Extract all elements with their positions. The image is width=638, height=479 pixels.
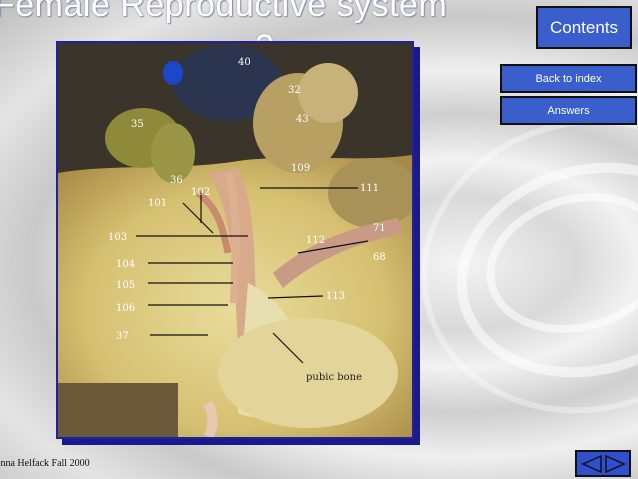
label-37: 37 [116,331,129,342]
label-106: 106 [116,303,135,314]
label-101: 101 [148,198,167,209]
label-35: 35 [131,119,144,130]
label-112: 112 [306,235,325,246]
previous-slide-button[interactable] [580,454,603,474]
label-104: 104 [116,259,135,270]
label-113: 113 [326,291,345,302]
dissection-photo: 40 32 43 35 109 111 36 102 101 71 103 11… [56,41,414,439]
left-arrow-icon [580,454,602,473]
label-43: 43 [296,114,309,125]
slide-navigation [575,450,631,477]
slide: { "slide": { "title_line1": "Female Repr… [0,0,638,479]
label-111: 111 [360,183,379,194]
label-36: 36 [170,175,183,186]
label-pubic-bone: pubic bone [306,372,362,383]
next-slide-button[interactable] [603,454,626,474]
label-32: 32 [288,85,301,96]
label-105: 105 [116,280,135,291]
dissection-illustration: 40 32 43 35 109 111 36 102 101 71 103 11… [58,43,412,437]
label-103: 103 [108,232,127,243]
label-109: 109 [291,163,310,174]
background-swirl [387,82,638,450]
label-68: 68 [373,252,386,263]
slide-title: Female Reproductive system [0,0,448,24]
back-to-index-button[interactable]: Back to index [500,64,637,93]
contents-button[interactable]: Contents [536,6,632,49]
label-71: 71 [373,223,386,234]
answers-button[interactable]: Answers [500,96,637,125]
right-arrow-icon [604,454,626,473]
author-credit: enna Helfack Fall 2000 [0,458,90,469]
label-40: 40 [238,57,251,68]
label-102: 102 [191,187,210,198]
